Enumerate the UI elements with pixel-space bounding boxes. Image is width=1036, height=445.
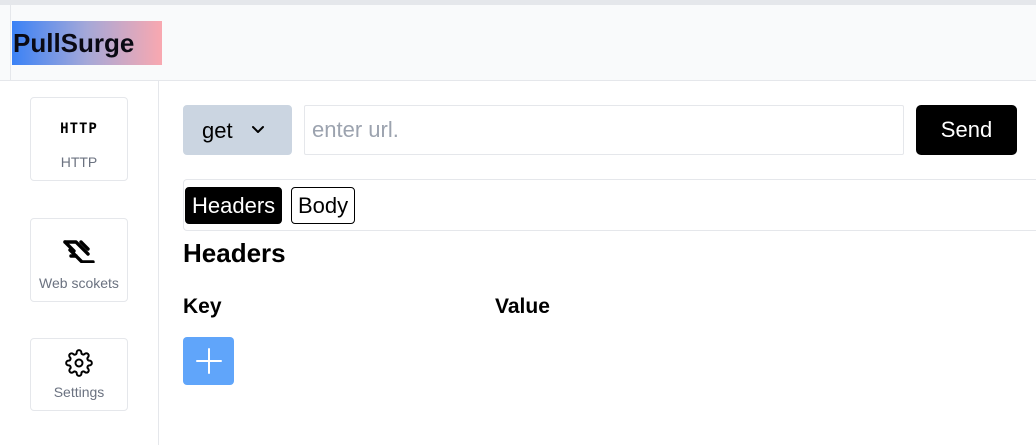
section-title: Headers: [183, 238, 286, 268]
request-tabs: Headers Body: [183, 179, 1036, 231]
app-logo[interactable]: PullSurge: [12, 21, 162, 65]
app-header: PullSurge: [0, 5, 1036, 81]
column-header-key: Key: [183, 295, 222, 318]
http-icon-text: HTTP: [60, 121, 98, 137]
websocket-icon: [31, 237, 127, 263]
column-header-value: Value: [495, 295, 550, 318]
sidebar-item-label: Web scokets: [39, 275, 119, 291]
sidebar-item-settings[interactable]: Settings: [30, 338, 128, 411]
sidebar-item-http[interactable]: HTTP HTTP: [30, 97, 128, 181]
tab-headers[interactable]: Headers: [185, 187, 283, 224]
method-select-value: get: [202, 118, 233, 143]
gear-icon: [31, 349, 127, 377]
header-divider: [10, 5, 11, 81]
sidebar-item-label: HTTP: [60, 154, 98, 170]
chevron-down-icon: [252, 126, 264, 133]
http-icon: HTTP: [31, 116, 127, 142]
sidebar: HTTP HTTP Web scokets Settings: [0, 81, 159, 445]
sidebar-item-label: Settings: [53, 384, 105, 400]
add-header-button[interactable]: [183, 337, 234, 385]
url-input[interactable]: [304, 105, 904, 155]
sidebar-item-websockets[interactable]: Web scokets: [30, 218, 128, 302]
plus-icon: [195, 348, 222, 374]
method-select[interactable]: get: [183, 105, 292, 155]
send-button[interactable]: Send: [916, 105, 1017, 155]
tab-body[interactable]: Body: [291, 187, 356, 224]
